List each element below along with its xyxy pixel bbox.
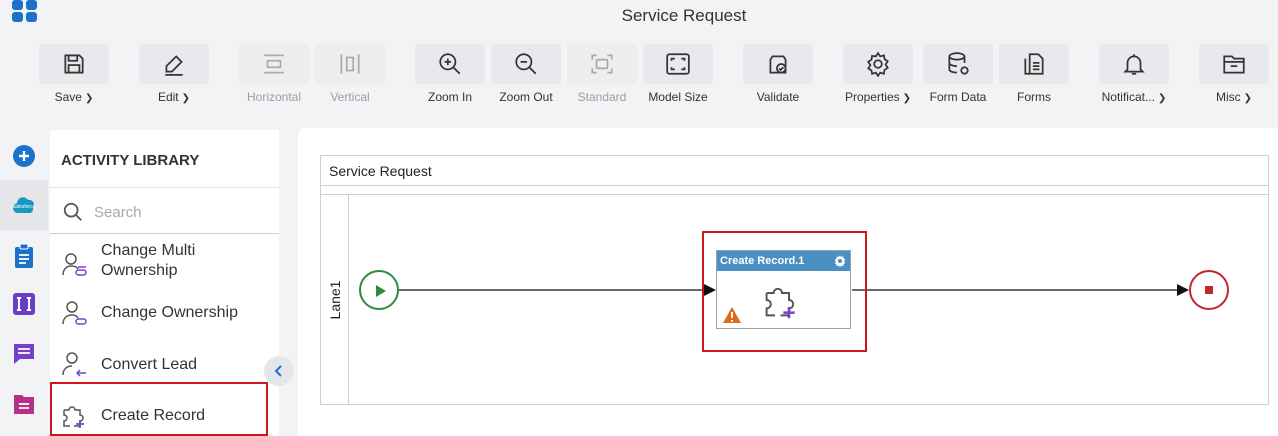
end-event[interactable]: [1189, 270, 1229, 310]
sequence-flow-lines: [398, 284, 1189, 296]
stop-icon: [1205, 286, 1213, 294]
start-event[interactable]: [359, 270, 399, 310]
play-icon: [376, 285, 386, 297]
highlight-box-task: [702, 231, 867, 352]
